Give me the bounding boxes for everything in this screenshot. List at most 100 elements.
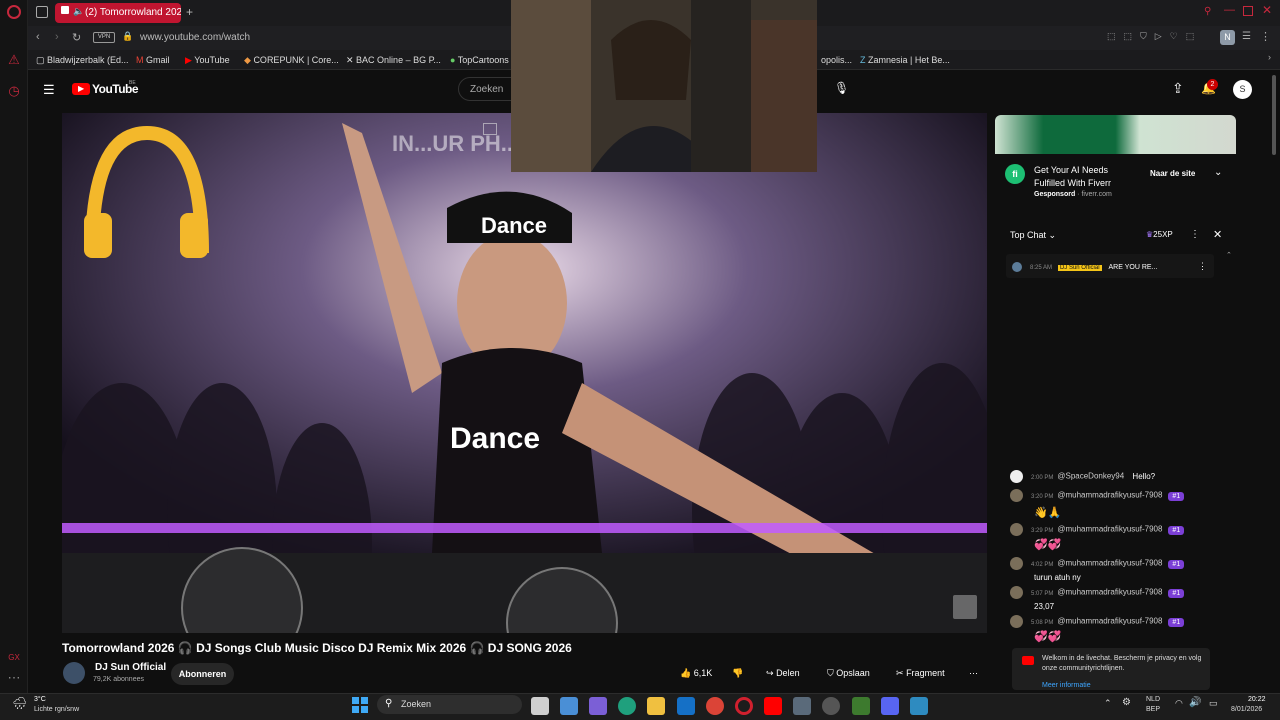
taskbar-search[interactable]: ⚲ Zoeken — [377, 695, 522, 714]
search-tabs-icon[interactable]: ⚲ — [1204, 6, 1211, 17]
edge-icon[interactable] — [618, 697, 636, 715]
bookmark-topcartoons[interactable]: ● TopCartoons — [450, 55, 509, 65]
ad-chevron-down-icon[interactable]: ⌄ — [1214, 167, 1222, 178]
chat-message[interactable]: 3:20 PM @muhammadrafikyusuf-7908 #1 👋🙏 — [1010, 489, 1230, 519]
gx-icon[interactable]: GX — [6, 650, 22, 666]
tray-app-icon[interactable]: ⚙ — [1122, 697, 1131, 708]
video-title: Tomorrowland 2026 🎧 DJ Songs Club Music … — [62, 641, 572, 655]
bookmark-gmail[interactable]: M Gmail — [136, 55, 170, 65]
close-window-icon[interactable]: ✕ — [1262, 3, 1272, 17]
chat-menu-icon[interactable]: ⋮ — [1190, 229, 1200, 240]
bookmark-zamnesia[interactable]: Z Zamnesia | Het Be... — [860, 55, 950, 65]
easy-setup-icon[interactable]: ☰ — [1242, 31, 1251, 42]
channel-name[interactable]: DJ Sun Official — [95, 662, 166, 673]
ad-title: Get Your AI Needs Fulfilled With Fiverr — [1034, 164, 1111, 190]
game-app-icon[interactable] — [852, 697, 870, 715]
tab-active[interactable]: 🔈 (2) Tomorrowland 2026 — [55, 3, 181, 23]
address-actions[interactable]: ⬚⬚⛉▷♡⬚ — [1107, 31, 1202, 42]
chat-close-icon[interactable]: ✕ — [1213, 228, 1222, 241]
upload-icon[interactable]: ⇪ — [1172, 80, 1184, 97]
clip-button[interactable]: ✂ Fragment — [896, 668, 945, 679]
shirt-text: Dance — [450, 422, 540, 455]
more-actions-icon[interactable]: ⋯ — [969, 668, 978, 679]
chrome-icon[interactable] — [706, 697, 724, 715]
mic-icon[interactable]: 🎙 — [834, 81, 849, 95]
speaker-icon[interactable]: 🔈 — [73, 6, 84, 17]
video-player[interactable]: Dance Dance IN...UR PH... — [62, 113, 987, 633]
chat-message[interactable]: 3:29 PM @muhammadrafikyusuf-7908 #1 💞💞 — [1010, 523, 1230, 551]
channel-avatar[interactable] — [63, 662, 85, 684]
ad-cta-button[interactable]: Naar de site — [1150, 169, 1195, 178]
calculator-icon[interactable] — [793, 697, 811, 715]
battery-icon[interactable]: ▭ — [1209, 698, 1218, 709]
search-input[interactable]: Zoeken — [458, 77, 514, 101]
youtube-logo-icon[interactable]: ▶ — [72, 83, 90, 95]
opera-gx-icon[interactable] — [735, 697, 753, 715]
bookmark-youtube[interactable]: ▶ YouTube — [185, 55, 230, 66]
message-text: 💞💞 — [1034, 631, 1062, 643]
bookmark-bac[interactable]: ✕ BAC Online – BG P... — [346, 55, 441, 66]
save-button[interactable]: ⛉ Opslaan — [827, 668, 870, 679]
forward-icon[interactable]: › — [55, 31, 59, 43]
lock-icon[interactable]: 🔒 — [122, 31, 133, 42]
ad-banner-image[interactable] — [995, 115, 1236, 154]
chat-mode-selector[interactable]: Top Chat ⌄ — [1010, 230, 1056, 241]
task-view-icon[interactable] — [531, 697, 549, 715]
volume-icon[interactable]: 🔊 — [1189, 697, 1201, 708]
discord-icon[interactable] — [881, 697, 899, 715]
url-field[interactable]: www.youtube.com/watch — [140, 32, 250, 43]
subscribe-button[interactable]: Abonneren — [171, 663, 234, 685]
teams-icon[interactable] — [589, 697, 607, 715]
youtube-app-icon[interactable] — [764, 697, 782, 715]
like-button[interactable]: 👍 6,1K — [680, 668, 712, 679]
clock-time[interactable]: 20:22 — [1248, 696, 1266, 703]
bookmark-label: BAC Online – BG P... — [356, 55, 441, 65]
xp-badge[interactable]: ♛25XP — [1146, 230, 1173, 239]
vpn-badge[interactable]: VPN — [93, 32, 115, 43]
windows-taskbar — [0, 693, 1280, 720]
chat-message[interactable]: 5:07 PM @muhammadrafikyusuf-7908 #1 23,07 — [1010, 586, 1230, 611]
language-line2[interactable]: BEP — [1146, 706, 1160, 713]
page-scrollbar[interactable] — [1272, 75, 1276, 155]
share-button[interactable]: ↪ Delen — [766, 668, 800, 679]
reload-icon[interactable]: ↻ — [72, 31, 81, 44]
bookmark-opolis[interactable]: opolis... — [821, 55, 852, 65]
bookmark-folder[interactable]: ▢ Bladwijzerbalk (Ed... — [36, 55, 129, 66]
chat-scroll-up-icon[interactable]: ⌃ — [1226, 251, 1232, 259]
store-icon[interactable] — [560, 697, 578, 715]
hamburger-icon[interactable]: ☰ — [43, 82, 55, 98]
back-icon[interactable]: ‹ — [36, 31, 40, 43]
tray-chevron-up-icon[interactable]: ⌃ — [1104, 698, 1112, 709]
outlook-icon[interactable] — [677, 697, 695, 715]
channel-watermark-icon[interactable] — [953, 595, 977, 619]
wifi-icon[interactable]: ◠ — [1175, 698, 1183, 709]
windows-start-icon[interactable] — [352, 697, 368, 713]
pinned-menu-icon[interactable]: ⋮ — [1198, 261, 1207, 272]
maximize-icon[interactable] — [1243, 6, 1253, 16]
dislike-button[interactable]: 👎 — [732, 668, 743, 679]
clock-date[interactable]: 8/01/2026 — [1231, 706, 1262, 713]
more-icon[interactable]: ⋯ — [6, 670, 22, 686]
new-tab-icon[interactable]: + — [186, 5, 193, 19]
aria-icon[interactable]: ⚠ — [6, 52, 22, 68]
workspace-icon[interactable] — [36, 6, 48, 18]
chat-message[interactable]: 5:08 PM @muhammadrafikyusuf-7908 #1 💞💞 — [1010, 615, 1230, 643]
chat-message[interactable]: 2:00 PM @SpaceDonkey94 Hello? — [1010, 470, 1230, 483]
language-line1[interactable]: NLD — [1146, 696, 1160, 703]
more-info-link[interactable]: Meer informatie — [1042, 681, 1204, 691]
profile-n-icon[interactable]: N — [1220, 30, 1235, 45]
weather-icon[interactable]: 🌧 — [12, 696, 27, 710]
file-explorer-icon[interactable] — [647, 697, 665, 715]
miniplayer-icon[interactable] — [483, 123, 497, 135]
chat-message[interactable]: 4:02 PM @muhammadrafikyusuf-7908 #1 turun … — [1010, 557, 1230, 582]
settings-gear-icon[interactable] — [822, 697, 840, 715]
bookmarks-more-icon[interactable]: › — [1268, 52, 1271, 62]
bookmark-corepunk[interactable]: ◆ COREPUNK | Core... — [244, 55, 339, 66]
menu-icon[interactable]: ⋮ — [1260, 30, 1271, 43]
photos-icon[interactable] — [910, 697, 928, 715]
history-icon[interactable]: ◷ — [6, 83, 22, 99]
minimize-icon[interactable]: — — [1224, 4, 1235, 16]
opera-logo-icon[interactable] — [7, 5, 21, 19]
avatar — [1012, 262, 1022, 272]
avatar[interactable]: S — [1233, 80, 1252, 99]
